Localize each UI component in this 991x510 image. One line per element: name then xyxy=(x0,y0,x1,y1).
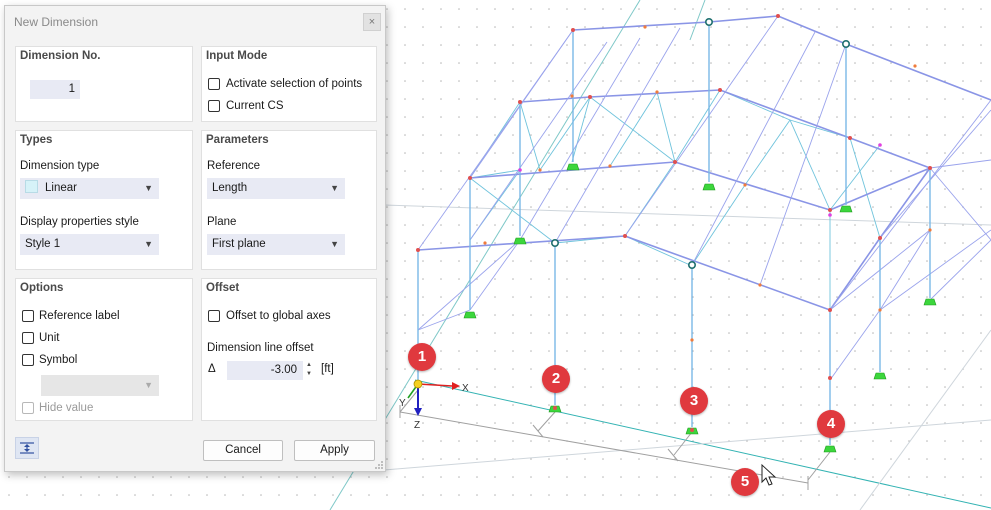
line-offset-label: Dimension line offset xyxy=(207,342,314,354)
symbol-option: Symbol xyxy=(39,354,78,366)
display-style-select[interactable]: Style 1 ▼ xyxy=(20,234,159,255)
current-cs-label: Current CS xyxy=(226,100,284,112)
activate-selection-label: Activate selection of points xyxy=(226,78,363,90)
plane-label: Plane xyxy=(207,216,237,228)
axis-label-x: X xyxy=(462,383,469,394)
input-mode-title: Input Mode xyxy=(206,50,268,62)
close-button[interactable]: × xyxy=(363,13,381,31)
hide-value-checkbox xyxy=(22,402,34,414)
dimension-type-label: Dimension type xyxy=(20,160,100,172)
dimension-tool-button[interactable] xyxy=(15,437,39,459)
display-style-label: Display properties style xyxy=(20,216,139,228)
dimension-no-panel: Dimension No. 1 xyxy=(15,46,193,122)
apply-button[interactable]: Apply xyxy=(294,440,375,461)
unit-option: Unit xyxy=(39,332,60,344)
cancel-button[interactable]: Cancel xyxy=(203,440,283,461)
offset-title: Offset xyxy=(206,282,240,294)
line-offset-unit: [ft] xyxy=(321,363,334,375)
reference-value: Length xyxy=(212,182,248,194)
badge-5: 5 xyxy=(731,468,759,496)
parameters-title: Parameters xyxy=(206,134,269,146)
hide-value-option: Hide value xyxy=(39,402,94,414)
resize-grip-icon[interactable] xyxy=(374,460,384,470)
chevron-down-icon: ▼ xyxy=(330,183,339,193)
display-style-value: Style 1 xyxy=(25,238,61,250)
types-panel: Types Dimension type Linear ▼ Display pr… xyxy=(15,130,193,270)
dimension-no-title: Dimension No. xyxy=(20,50,101,62)
dimension-no-field[interactable]: 1 xyxy=(30,80,80,99)
reference-label-checkbox[interactable] xyxy=(22,310,34,322)
spinner-down-icon: ▼ xyxy=(306,371,312,377)
new-dimension-dialog: New Dimension × Dimension No. 1 Input Mo… xyxy=(4,5,386,472)
chevron-down-icon: ▼ xyxy=(144,183,153,193)
offset-global-checkbox[interactable] xyxy=(208,310,220,322)
chevron-down-icon: ▼ xyxy=(330,239,339,249)
reference-label: Reference xyxy=(207,160,261,172)
dialog-title: New Dimension xyxy=(14,15,99,29)
types-title: Types xyxy=(20,134,53,146)
delta-symbol: Δ xyxy=(208,363,216,375)
line-offset-spinner[interactable]: ▲ ▼ xyxy=(304,361,314,380)
input-mode-panel: Input Mode Activate selection of points … xyxy=(201,46,377,122)
offset-global-label: Offset to global axes xyxy=(226,310,331,322)
dimension-type-select[interactable]: Linear ▼ xyxy=(20,178,159,199)
line-offset-field[interactable]: -3.00 xyxy=(227,361,303,380)
chevron-down-icon: ▼ xyxy=(144,239,153,249)
current-cs-checkbox[interactable] xyxy=(208,100,220,112)
symbol-select: ▼ xyxy=(41,375,159,396)
dimension-tool-icon xyxy=(20,442,34,454)
options-panel: Options Reference label Unit Symbol ▼ Hi… xyxy=(15,278,193,421)
options-title: Options xyxy=(20,282,64,294)
badge-1: 1 xyxy=(408,343,436,371)
badge-3: 3 xyxy=(680,387,708,415)
badge-2: 2 xyxy=(542,365,570,393)
plane-select[interactable]: First plane ▼ xyxy=(207,234,345,255)
reference-label-option: Reference label xyxy=(39,310,120,322)
offset-panel: Offset Offset to global axes Dimension l… xyxy=(201,278,377,421)
parameters-panel: Parameters Reference Length ▼ Plane Firs… xyxy=(201,130,377,270)
axis-label-y: Y xyxy=(399,398,406,409)
close-icon: × xyxy=(368,16,376,28)
chevron-down-icon: ▼ xyxy=(144,380,153,390)
axis-label-z: Z xyxy=(414,420,420,431)
badge-4: 4 xyxy=(817,410,845,438)
reference-select[interactable]: Length ▼ xyxy=(207,178,345,199)
dialog-titlebar[interactable]: New Dimension × xyxy=(5,6,385,38)
unit-checkbox[interactable] xyxy=(22,332,34,344)
symbol-checkbox[interactable] xyxy=(22,354,34,366)
dimension-type-value: Linear xyxy=(45,182,77,194)
plane-value: First plane xyxy=(212,238,266,250)
dimension-type-swatch xyxy=(25,180,38,193)
spinner-up-icon: ▲ xyxy=(306,362,312,368)
activate-selection-checkbox[interactable] xyxy=(208,78,220,90)
